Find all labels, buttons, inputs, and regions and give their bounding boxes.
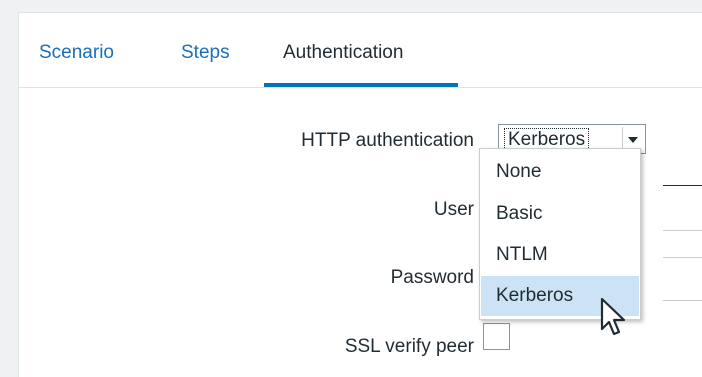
option-none[interactable]: None [481, 152, 639, 192]
password-field-top-edge [663, 257, 702, 258]
web-scenario-panel: Scenario Steps Authentication HTTP authe… [18, 12, 702, 377]
option-ntlm[interactable]: NTLM [481, 235, 639, 275]
password-label: Password [390, 267, 474, 288]
user-field-top-edge [663, 185, 702, 186]
user-label: User [433, 199, 474, 220]
active-tab-indicator [264, 83, 458, 87]
tab-bar: Scenario Steps Authentication [19, 13, 702, 88]
tab-scenario[interactable]: Scenario [39, 41, 114, 65]
password-field[interactable] [663, 300, 702, 301]
ssl-verify-peer-checkbox[interactable] [483, 323, 510, 350]
tab-steps[interactable]: Steps [181, 41, 230, 65]
option-basic[interactable]: Basic [481, 194, 639, 234]
ssl-verify-peer-label: SSL verify peer [344, 336, 474, 357]
http-authentication-label: HTTP authentication [301, 130, 474, 151]
mouse-pointer-icon [600, 297, 626, 336]
user-field[interactable] [663, 230, 702, 231]
tab-authentication[interactable]: Authentication [283, 41, 403, 65]
http-authentication-dropdown-list: None Basic NTLM Kerberos [479, 148, 641, 320]
